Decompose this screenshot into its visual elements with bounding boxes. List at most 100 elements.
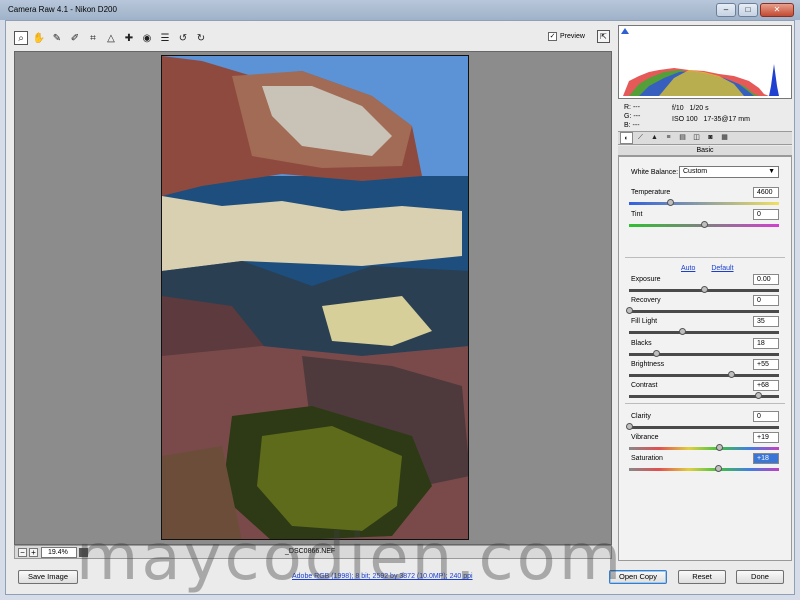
saturation-label: Saturation bbox=[631, 455, 663, 462]
window-controls: – □ ✕ bbox=[716, 3, 794, 17]
tint-value-field[interactable]: 0 bbox=[753, 209, 779, 220]
saturation-track[interactable] bbox=[629, 468, 779, 471]
histogram bbox=[618, 25, 792, 99]
retouch-icon[interactable]: ✚ bbox=[122, 31, 136, 45]
temperature-track[interactable] bbox=[629, 202, 779, 205]
blacks-label: Blacks bbox=[631, 340, 652, 347]
tab-tone-curve[interactable]: ⟋ bbox=[634, 132, 647, 144]
white-balance-eyedropper-icon[interactable]: ✎ bbox=[50, 31, 64, 45]
vibrance-label: Vibrance bbox=[631, 434, 659, 441]
clarity-thumb[interactable] bbox=[626, 423, 633, 430]
tint-thumb[interactable] bbox=[701, 221, 708, 228]
hand-icon[interactable]: ✋ bbox=[32, 31, 46, 45]
aperture: f/10 bbox=[672, 105, 684, 112]
saturation-value-field[interactable]: +18 bbox=[753, 453, 779, 464]
slider-exposure[interactable]: Exposure 0.00 bbox=[629, 274, 779, 296]
rgb-readout: R: --- G: --- B: --- bbox=[624, 103, 640, 130]
rotate-ccw-icon[interactable]: ↺ bbox=[176, 31, 190, 45]
red-eye-icon[interactable]: ◉ bbox=[140, 31, 154, 45]
chevron-down-icon: ▼ bbox=[768, 168, 775, 175]
tab-camera-calibration[interactable]: ◙ bbox=[704, 132, 717, 144]
tab-split-toning[interactable]: ▤ bbox=[676, 132, 689, 144]
iso: ISO 100 bbox=[672, 116, 698, 123]
tint-label: Tint bbox=[631, 211, 643, 218]
slider-saturation[interactable]: Saturation +18 bbox=[629, 453, 779, 475]
auto-link[interactable]: Auto bbox=[681, 265, 695, 272]
contrast-thumb[interactable] bbox=[755, 392, 762, 399]
zoom-icon[interactable]: ⌕ bbox=[14, 31, 28, 45]
white-balance-select[interactable]: Custom ▼ bbox=[679, 166, 779, 178]
crop-icon[interactable]: ⌗ bbox=[86, 31, 100, 45]
tab-presets[interactable]: ▦ bbox=[718, 132, 731, 144]
fullscreen-icon[interactable]: ⇱ bbox=[597, 30, 610, 43]
recovery-value-field[interactable]: 0 bbox=[753, 295, 779, 306]
blacks-thumb[interactable] bbox=[653, 350, 660, 357]
exposure-value-field[interactable]: 0.00 bbox=[753, 274, 779, 285]
tab-lens-corrections[interactable]: ◫ bbox=[690, 132, 703, 144]
tab-basic[interactable]: ◐ bbox=[620, 132, 633, 144]
slider-clarity[interactable]: Clarity 0 bbox=[626, 411, 779, 433]
vibrance-thumb[interactable] bbox=[716, 444, 723, 451]
straighten-icon[interactable]: △ bbox=[104, 31, 118, 45]
b-value: B: --- bbox=[624, 122, 640, 129]
auto-default-links: Auto Default bbox=[681, 265, 748, 272]
clarity-label: Clarity bbox=[631, 413, 651, 420]
brightness-track[interactable] bbox=[629, 374, 779, 377]
zoom-in-button[interactable]: + bbox=[29, 548, 38, 557]
image-preview-area[interactable] bbox=[14, 51, 612, 545]
g-value: G: --- bbox=[624, 113, 641, 120]
window-title: Camera Raw 4.1 - Nikon D200 bbox=[8, 5, 117, 14]
slider-tint[interactable]: Tint 0 bbox=[629, 209, 779, 231]
maximize-button[interactable]: □ bbox=[738, 3, 758, 17]
temperature-label: Temperature bbox=[631, 189, 671, 196]
divider bbox=[625, 257, 785, 258]
slider-vibrance[interactable]: Vibrance +19 bbox=[629, 432, 779, 454]
brightness-thumb[interactable] bbox=[728, 371, 735, 378]
presets-icon[interactable]: ☰ bbox=[158, 31, 172, 45]
zoom-out-button[interactable]: − bbox=[18, 548, 27, 557]
vibrance-value-field[interactable]: +19 bbox=[753, 432, 779, 443]
tab-detail[interactable]: ▲ bbox=[648, 132, 661, 144]
preview-checkbox[interactable]: ✓ bbox=[548, 32, 557, 41]
default-link[interactable]: Default bbox=[711, 265, 733, 272]
blacks-track[interactable] bbox=[629, 353, 779, 356]
slider-fill-light[interactable]: Fill Light 35 bbox=[629, 316, 779, 338]
fill-light-value-field[interactable]: 35 bbox=[753, 316, 779, 327]
lens: 17-35@17 mm bbox=[703, 116, 750, 123]
photo-preview bbox=[161, 55, 469, 540]
vibrance-track[interactable] bbox=[629, 447, 779, 450]
done-button[interactable]: Done bbox=[736, 570, 784, 584]
slider-contrast[interactable]: Contrast +68 bbox=[629, 380, 779, 402]
slider-temperature[interactable]: Temperature 4600 bbox=[629, 187, 779, 209]
zoom-level[interactable]: 19.4% bbox=[41, 547, 77, 558]
close-button[interactable]: ✕ bbox=[760, 3, 794, 17]
exposure-thumb[interactable] bbox=[701, 286, 708, 293]
fill-light-track[interactable] bbox=[629, 331, 779, 334]
fill-light-thumb[interactable] bbox=[678, 328, 686, 335]
recovery-track[interactable] bbox=[629, 310, 779, 313]
saturation-thumb[interactable] bbox=[714, 465, 722, 472]
contrast-value-field[interactable]: +68 bbox=[753, 380, 779, 391]
fill-light-label: Fill Light bbox=[631, 318, 658, 325]
color-sampler-icon[interactable]: ✐ bbox=[68, 31, 82, 45]
clarity-value-field[interactable]: 0 bbox=[753, 411, 779, 422]
rotate-cw-icon[interactable]: ↻ bbox=[194, 31, 208, 45]
preview-toggle[interactable]: ✓ Preview bbox=[548, 32, 585, 41]
minimize-button[interactable]: – bbox=[716, 3, 736, 17]
recovery-thumb[interactable] bbox=[626, 307, 633, 314]
white-balance-value: Custom bbox=[683, 168, 708, 175]
slider-brightness[interactable]: Brightness +55 bbox=[629, 359, 779, 381]
temperature-thumb[interactable] bbox=[666, 199, 674, 206]
watermark: maycodien.com bbox=[76, 521, 625, 595]
tab-hsl[interactable]: ≡ bbox=[662, 132, 675, 144]
slider-recovery[interactable]: Recovery 0 bbox=[626, 295, 779, 317]
brightness-label: Brightness bbox=[631, 361, 665, 368]
clarity-track[interactable] bbox=[629, 426, 779, 429]
blacks-value-field[interactable]: 18 bbox=[753, 338, 779, 349]
save-image-button[interactable]: Save Image bbox=[18, 570, 78, 584]
reset-button[interactable]: Reset bbox=[678, 570, 726, 584]
slider-blacks[interactable]: Blacks 18 bbox=[629, 338, 779, 360]
toolbar: ⌕ ✋ ✎ ✐ ⌗ △ ✚ ◉ ☰ ↺ ↻ bbox=[14, 27, 612, 49]
brightness-value-field[interactable]: +55 bbox=[753, 359, 779, 370]
temperature-value-field[interactable]: 4600 bbox=[753, 187, 779, 198]
